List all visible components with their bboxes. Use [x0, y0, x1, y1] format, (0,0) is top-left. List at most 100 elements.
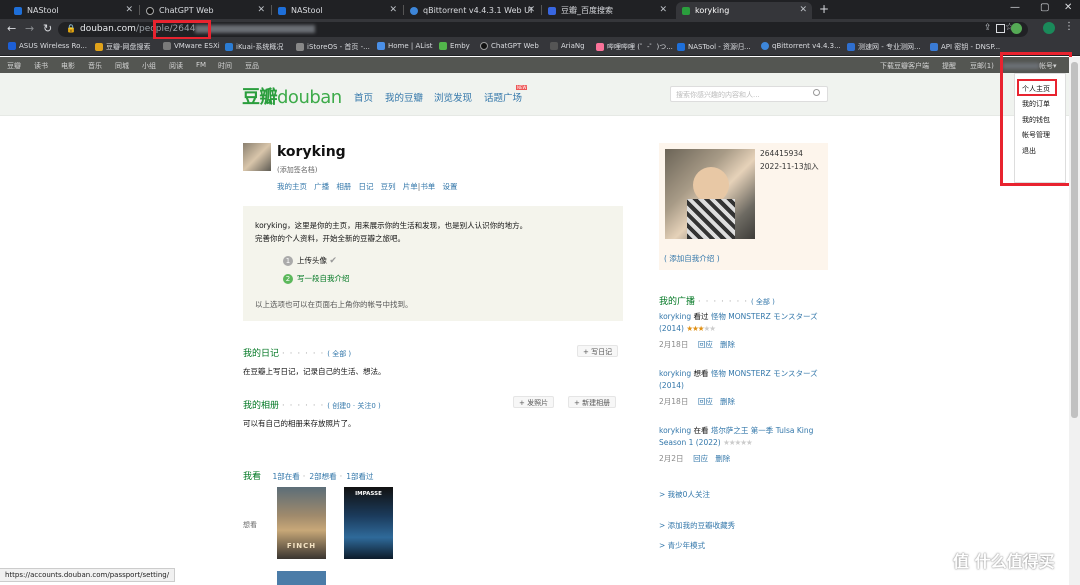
bookmark-item[interactable]: iStoreOS - 首页 -...: [296, 42, 370, 52]
collection-show-link[interactable]: > 添加我的豆瓣收藏秀: [659, 520, 735, 531]
album-meta-link[interactable]: ( 创建0 · 关注0 ): [327, 402, 381, 410]
watching-now-link[interactable]: 1部在看: [272, 472, 299, 481]
movie-poster-partial[interactable]: [277, 571, 326, 585]
browser-tab[interactable]: NAStool ✕: [8, 2, 138, 19]
reply-link[interactable]: 回应: [698, 397, 713, 406]
avatar[interactable]: [243, 143, 271, 171]
want-watch-link[interactable]: 2部想看: [309, 472, 336, 481]
sidepanel-icon[interactable]: [996, 24, 1005, 33]
global-nav-item[interactable]: 读书: [34, 61, 48, 71]
header-nav-explore[interactable]: 浏览发现: [434, 90, 472, 104]
bookmark-item[interactable]: API 密钥 - DNSP...: [930, 42, 1000, 52]
scrollbar-thumb[interactable]: [1071, 62, 1078, 418]
browser-tab[interactable]: NAStool ✕: [272, 2, 402, 19]
global-nav-item[interactable]: FM: [196, 61, 206, 69]
bookmark-item[interactable]: qBittorrent v4.4.3...: [761, 42, 841, 50]
close-icon[interactable]: ✕: [389, 5, 397, 15]
bookmark-item[interactable]: 测速网 - 专业测网...: [847, 42, 921, 52]
extension-icon[interactable]: [1011, 23, 1022, 34]
back-arrow-icon[interactable]: ←: [7, 22, 16, 35]
global-nav-item[interactable]: 豆品: [245, 61, 259, 71]
close-icon[interactable]: ✕: [799, 5, 807, 15]
forward-arrow-icon[interactable]: →: [25, 22, 34, 35]
profile-tab[interactable]: 豆列: [381, 182, 396, 191]
mail-link[interactable]: 豆邮(1): [970, 61, 994, 71]
signature-link[interactable]: (添加签名档): [277, 165, 317, 175]
global-nav-item[interactable]: 电影: [61, 61, 75, 71]
douban-logo[interactable]: 豆瓣douban: [242, 83, 342, 109]
tab-title: NAStool: [291, 6, 323, 15]
profile-tab[interactable]: 相册: [336, 182, 351, 191]
profile-tab[interactable]: 设置: [442, 182, 457, 191]
followers-link[interactable]: > 我被0人关注: [659, 489, 710, 500]
movie-poster[interactable]: IMPASSE: [344, 487, 393, 559]
watched-link[interactable]: 1部看过: [346, 472, 373, 481]
global-nav-item[interactable]: 时间: [218, 61, 232, 71]
profile-tab[interactable]: 日记: [358, 182, 373, 191]
teen-mode-link[interactable]: > 青少年模式: [659, 540, 705, 551]
profile-tab[interactable]: 片单: [403, 182, 418, 191]
write-diary-button[interactable]: + 写日记: [577, 345, 619, 357]
add-intro-link[interactable]: ( 添加自我介绍 ): [664, 253, 720, 264]
reply-link[interactable]: 回应: [698, 340, 713, 349]
profile-tab[interactable]: 书单: [420, 182, 435, 191]
new-tab-button[interactable]: +: [819, 2, 829, 16]
header-nav-mine[interactable]: 我的豆瓣: [385, 90, 423, 104]
global-nav-item[interactable]: 同城: [115, 61, 129, 71]
browser-tab-active[interactable]: koryking ✕: [676, 2, 812, 19]
header-nav-home[interactable]: 首页: [354, 90, 373, 104]
global-nav-item[interactable]: 豆瓣: [7, 61, 21, 71]
broadcast-all-link[interactable]: ( 全部 ): [751, 298, 775, 306]
search-input[interactable]: 搜索你感兴趣的内容和人...: [670, 86, 828, 102]
bookmark-item[interactable]: Home | AList: [377, 42, 433, 50]
browser-tab[interactable]: ChatGPT Web ✕: [140, 2, 270, 19]
bookmark-item[interactable]: VMware ESXi: [163, 42, 220, 50]
reply-link[interactable]: 回应: [693, 454, 708, 463]
delete-link[interactable]: 删除: [720, 397, 735, 406]
avatar-large[interactable]: [665, 149, 755, 239]
close-icon[interactable]: ✕: [125, 5, 133, 15]
delete-link[interactable]: 删除: [720, 340, 735, 349]
search-icon[interactable]: [813, 89, 820, 96]
user-link[interactable]: koryking: [659, 426, 691, 435]
download-app-link[interactable]: 下载豆瓣客户端: [880, 61, 929, 71]
bookmark-item[interactable]: NASTool - 资源归...: [677, 42, 751, 52]
bookmark-item[interactable]: Emby: [439, 42, 470, 50]
remind-link[interactable]: 提醒: [942, 61, 956, 71]
close-icon[interactable]: ✕: [659, 5, 667, 15]
minimize-icon[interactable]: —: [1010, 2, 1020, 13]
movie-poster[interactable]: FINCH: [277, 487, 326, 559]
header-nav-topics[interactable]: 话题广场: [484, 90, 522, 104]
upload-photo-button[interactable]: + 发照片: [513, 396, 555, 408]
global-nav-item[interactable]: 音乐: [88, 61, 102, 71]
user-link[interactable]: koryking: [659, 369, 691, 378]
profile-avatar-icon[interactable]: [1043, 22, 1055, 34]
bookmark-item[interactable]: ASUS Wireless Ro...: [8, 42, 87, 50]
new-album-button[interactable]: + 新建相册: [568, 396, 617, 408]
maximize-icon[interactable]: ▢: [1040, 2, 1049, 13]
profile-tab[interactable]: 广播: [314, 182, 329, 191]
onboarding-step-1[interactable]: 1 上传头像 ✔: [283, 255, 337, 266]
browser-tab[interactable]: 豆瓣_百度搜索 ✕: [542, 2, 672, 19]
browser-tab[interactable]: qBittorrent v4.4.3.1 Web UI ✕: [404, 2, 540, 19]
page-scrollbar[interactable]: [1069, 57, 1080, 585]
bookmark-item[interactable]: iKuai-系统概况: [225, 42, 283, 52]
onboarding-step-2[interactable]: 2 写一段自我介绍: [283, 273, 350, 284]
user-link[interactable]: koryking: [659, 312, 691, 321]
bookmark-item[interactable]: ChatGPT Web: [480, 42, 539, 50]
diary-all-link[interactable]: ( 全部 ): [327, 350, 351, 358]
bookmark-item[interactable]: 哔哩哔哩 (゜-゜)つ...: [596, 42, 673, 52]
bookmark-item[interactable]: AriaNg: [550, 42, 585, 50]
close-icon[interactable]: ✕: [527, 5, 535, 15]
share-icon[interactable]: ⇪: [984, 23, 992, 33]
close-window-icon[interactable]: ✕: [1064, 2, 1072, 13]
profile-tab[interactable]: 我的主页: [277, 182, 307, 191]
reload-icon[interactable]: ↻: [43, 22, 52, 35]
global-nav-item[interactable]: 阅读: [169, 61, 183, 71]
close-icon[interactable]: ✕: [257, 5, 265, 15]
global-nav-item[interactable]: 小组: [142, 61, 156, 71]
bookmark-favicon-icon: [550, 42, 558, 50]
kebab-menu-icon[interactable]: ⋮: [1064, 21, 1074, 32]
bookmark-item[interactable]: 豆瓣-网盘搜索: [95, 42, 151, 52]
delete-link[interactable]: 删除: [715, 454, 730, 463]
